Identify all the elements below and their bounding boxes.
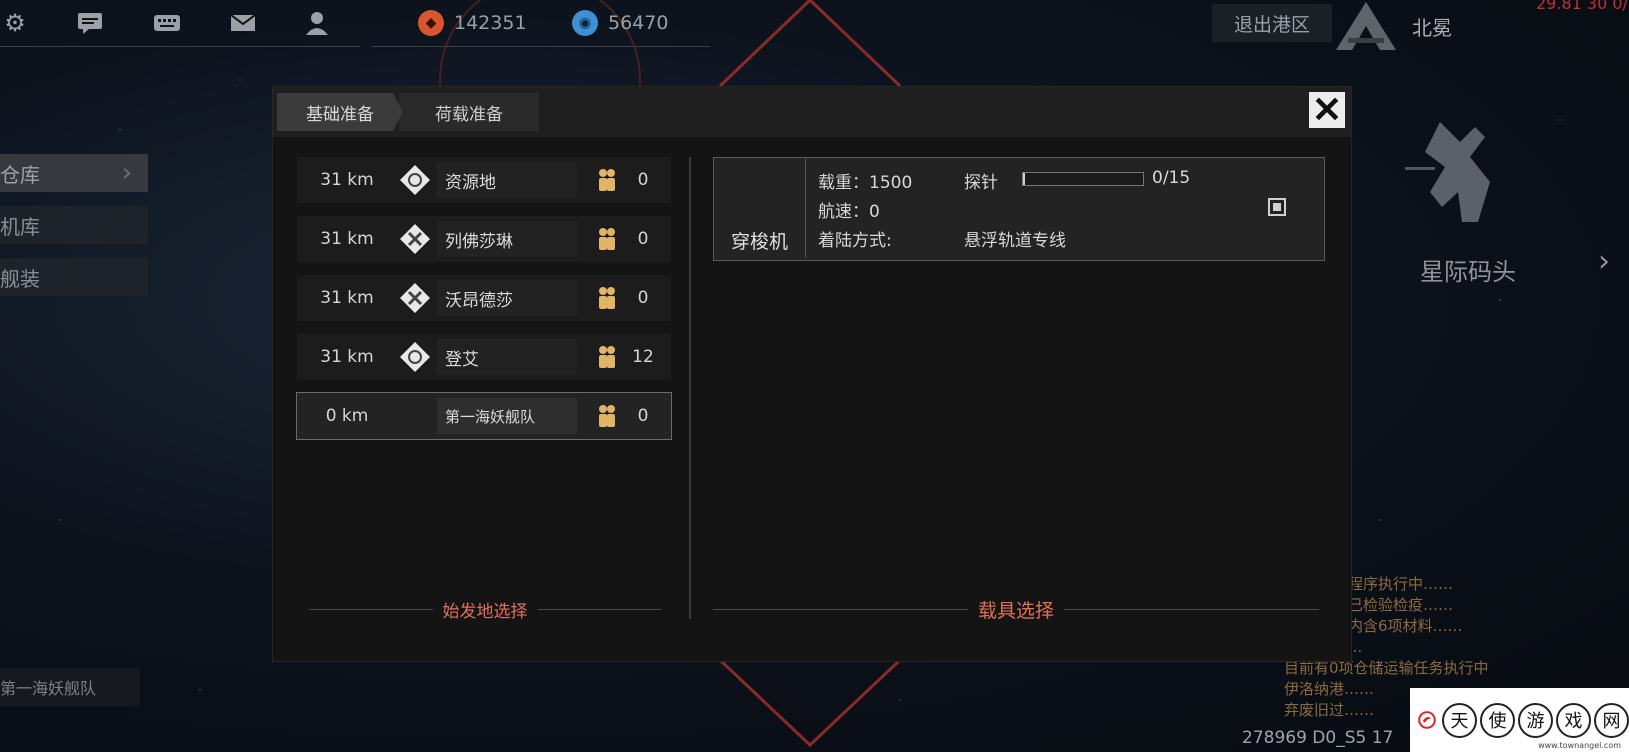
watermark-text: 天 使 游 戏 网 <box>1442 702 1629 738</box>
origin-crew-count: 0 <box>637 229 649 249</box>
footer-rule <box>713 608 968 610</box>
top-bar: ⚙ ◆ 142351 ◉ 56470 <box>0 0 720 48</box>
version-code: 278969 D0_S5 17 <box>1242 728 1394 748</box>
planet-diamond-icon <box>400 224 430 254</box>
origin-distance: 0 km <box>325 406 369 426</box>
log-line: 仓库内含6项材料…… <box>1318 617 1463 635</box>
station-dock-icon <box>1405 122 1490 222</box>
mail-icon[interactable] <box>228 8 258 38</box>
origin-distance: 31 km <box>320 288 374 308</box>
fleet-tag[interactable]: 第一海妖舰队 <box>0 668 140 706</box>
dialog-tabbar: 荷载准备 基础准备 ✕ <box>273 87 1351 137</box>
origin-crew-count: 0 <box>637 406 649 426</box>
sidebar-item-outfitting[interactable]: 舰装 <box>0 258 148 296</box>
origin-name: 登艾 <box>437 339 577 375</box>
origin-crew-count: 0 <box>637 288 649 308</box>
crew-icon <box>599 346 615 368</box>
vehicle-select-checkbox[interactable] <box>1268 198 1286 216</box>
sidebar-item-label: 舰装 <box>0 266 40 291</box>
red-crystal-icon: ◆ <box>418 10 444 36</box>
crew-icon <box>599 287 615 309</box>
watermark-logo-icon <box>1418 711 1436 729</box>
topbar-underline <box>0 46 360 47</box>
footer-rule <box>537 608 661 610</box>
gear-icon[interactable]: ⚙ <box>0 8 30 38</box>
planet-diamond-icon <box>400 283 430 313</box>
faction-logo-icon <box>1336 2 1396 50</box>
landing-value: 悬浮轨道专线 <box>964 231 1066 251</box>
resources-underline <box>372 46 710 47</box>
checkbox-mark <box>1273 203 1281 211</box>
sidebar-item-hangar[interactable]: 机库 <box>0 206 148 244</box>
origin-footer: 始发地选择 <box>309 597 661 622</box>
watermark-char: 使 <box>1480 702 1515 738</box>
resource-blue: ◉ 56470 <box>572 10 668 36</box>
planet-diamond-icon <box>400 165 430 195</box>
launch-prep-dialog: 荷载准备 基础准备 ✕ 31 km 资源地 0 31 km 列佛莎琳 0 31 … <box>272 86 1352 662</box>
origin-name: 资源地 <box>437 162 577 198</box>
dock-label[interactable]: 星际码头 <box>1420 252 1516 287</box>
origin-name: 第一海妖舰队 <box>437 398 577 434</box>
origin-crew-count: 0 <box>637 170 649 190</box>
watermark-char: 天 <box>1442 702 1477 738</box>
sidebar-item-warehouse[interactable]: 仓库 › <box>0 154 148 192</box>
origin-row-woangdesha[interactable]: 31 km 沃昂德莎 0 <box>297 275 671 321</box>
origin-distance: 31 km <box>320 347 374 367</box>
origin-distance: 31 km <box>320 170 374 190</box>
origin-name: 沃昂德莎 <box>437 280 577 316</box>
chevron-right-icon[interactable]: › <box>1598 244 1610 279</box>
resource-red: ◆ 142351 <box>418 10 527 36</box>
vehicle-footer-label: 载具选择 <box>978 599 1055 622</box>
blue-ore-icon: ◉ <box>572 10 598 36</box>
watermark-url: www.townangel.com <box>1538 741 1621 750</box>
vehicle-name: 穿梭机 <box>714 158 806 258</box>
vehicle-load: 载重：1500 <box>818 173 913 193</box>
keyboard-icon[interactable] <box>152 8 182 38</box>
landing-label: 着陆方式: <box>818 231 892 251</box>
watermark-char: 网 <box>1594 702 1629 738</box>
probe-progress-bar <box>1022 172 1144 186</box>
origin-row-lieforshalin[interactable]: 31 km 列佛莎琳 0 <box>297 216 671 262</box>
tab-basic-prep[interactable]: 基础准备 <box>277 93 403 131</box>
site-watermark: 天 使 游 戏 网 www.townangel.com <box>1410 688 1629 752</box>
origin-row-dengai[interactable]: 31 km 登艾 12 <box>297 334 671 380</box>
column-divider <box>689 157 691 619</box>
log-line: 系统程序执行中…… <box>1318 575 1454 593</box>
resource-red-value: 142351 <box>454 12 527 34</box>
watermark-char: 戏 <box>1556 702 1591 738</box>
tab-payload-prep[interactable]: 荷载准备 <box>399 93 539 131</box>
vehicle-card[interactable]: 穿梭机 载重：1500 航速：0 着陆方式: 悬浮轨道专线 探针 0/15 <box>713 157 1325 261</box>
probe-value: 0/15 <box>1152 168 1191 188</box>
sidebar-item-label: 机库 <box>0 214 40 239</box>
vehicle-speed: 航速：0 <box>818 202 880 222</box>
origin-row-fleet[interactable]: 0 km 第一海妖舰队 0 <box>296 392 672 440</box>
origin-row-resource[interactable]: 31 km 资源地 0 <box>297 157 671 203</box>
user-icon[interactable] <box>303 8 333 38</box>
crew-icon <box>599 169 615 191</box>
origin-crew-count: 12 <box>632 347 654 367</box>
footer-rule <box>309 608 433 610</box>
player-name: 北冕 <box>1412 16 1452 40</box>
crew-icon <box>599 228 615 250</box>
exit-port-button[interactable]: 退出港区 <box>1212 4 1332 42</box>
origin-name: 列佛莎琳 <box>437 221 577 257</box>
close-button[interactable]: ✕ <box>1309 92 1345 128</box>
planet-diamond-icon <box>400 342 430 372</box>
footer-rule <box>1064 608 1320 610</box>
chevron-right-icon: › <box>121 158 132 188</box>
crew-icon <box>599 405 615 427</box>
probe-label: 探针 <box>964 173 998 193</box>
origin-distance: 31 km <box>320 229 374 249</box>
probe-progress-fill <box>1023 173 1026 185</box>
origin-footer-label: 始发地选择 <box>442 601 528 622</box>
origin-list: 31 km 资源地 0 31 km 列佛莎琳 0 31 km 沃昂德莎 0 31… <box>296 157 672 452</box>
sidebar-item-label: 仓库 <box>0 162 40 187</box>
corner-readout: 29.81 30 0/ <box>1536 0 1628 13</box>
vehicle-footer: 载具选择 <box>713 597 1320 622</box>
watermark-char: 游 <box>1518 702 1553 738</box>
resource-blue-value: 56470 <box>608 12 669 34</box>
chat-icon[interactable] <box>75 8 105 38</box>
log-line: 物品已检验检疫…… <box>1318 596 1454 614</box>
log-line: 舰船... <box>1318 637 1558 658</box>
